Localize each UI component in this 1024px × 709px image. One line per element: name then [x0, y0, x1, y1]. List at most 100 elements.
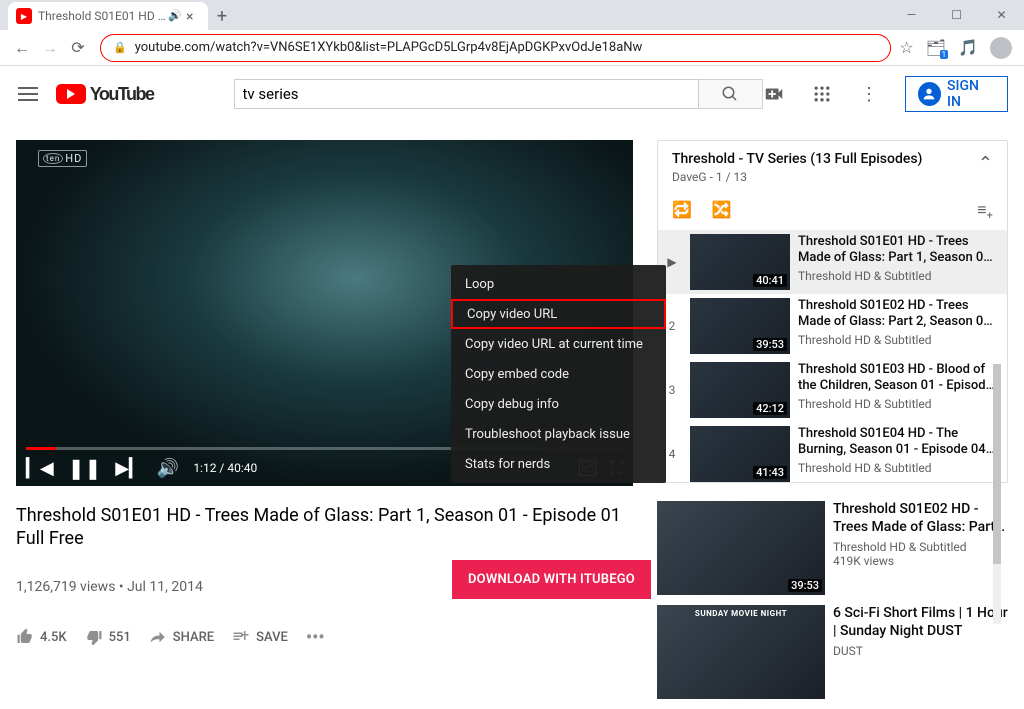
signin-label: SIGN IN — [947, 78, 995, 110]
playlist-item-title: Threshold S01E02 HD - Trees Made of Glas… — [798, 298, 999, 331]
playlist-item[interactable]: 4 41:43 Threshold S01E04 HD - The Burnin… — [658, 422, 1007, 482]
youtube-logo-icon — [56, 84, 86, 104]
duration-badge: 42:12 — [753, 402, 787, 415]
volume-button[interactable]: 🔊 — [157, 458, 179, 479]
suggested-title: 6 Sci-Fi Short Films | 1 Hour | Sunday N… — [833, 605, 1008, 640]
ctx-copy-video-url-at-current-time[interactable]: Copy video URL at current time — [451, 329, 666, 359]
share-button[interactable]: SHARE — [149, 628, 214, 646]
playlist-thumb: 41:43 — [690, 426, 790, 482]
tab-title: Threshold S01E01 HD - Tr — [38, 9, 168, 23]
duration-badge: 40:41 — [753, 274, 787, 287]
playlist-item-channel: Threshold HD & Subtitled — [798, 269, 999, 283]
signin-button[interactable]: SIGN IN — [905, 76, 1008, 112]
suggested-channel: DUST — [833, 644, 1008, 658]
audio-icon[interactable]: 🔊 — [168, 9, 182, 23]
youtube-logo-text: YouTube — [90, 84, 154, 105]
url-text: youtube.com/watch?v=VN6SE1XYkb0&list=PLA… — [135, 40, 643, 55]
back-button[interactable]: ← — [8, 34, 36, 62]
browser-tab-strip: Threshold S01E01 HD - Tr 🔊 × + — ☐ ✕ — [0, 0, 1024, 30]
suggested-title: Threshold S01E02 HD - Trees Made of Glas… — [833, 501, 1008, 536]
dislike-button[interactable]: 551 — [85, 628, 131, 646]
playlist-sub: DaveG - 1 / 13 — [672, 170, 993, 184]
more-button[interactable]: ••• — [306, 627, 325, 648]
minimize-button[interactable]: — — [889, 0, 934, 30]
youtube-logo[interactable]: YouTube — [56, 84, 154, 105]
playlist-item-title: Threshold S01E03 HD - Blood of the Child… — [798, 362, 999, 395]
playlist-title: Threshold - TV Series (13 Full Episodes) — [672, 151, 993, 167]
save-playlist-button[interactable]: ≡₊ — [977, 200, 993, 220]
action-row: 4.5K 551 SHARE SAVE ••• — [16, 627, 633, 648]
playlist-item-title: Threshold S01E04 HD - The Burning, Seaso… — [798, 426, 999, 459]
player-context-menu: LoopCopy video URLCopy video URL at curr… — [451, 265, 666, 483]
playlist-item[interactable]: 3 42:12 Threshold S01E03 HD - Blood of t… — [658, 358, 1007, 422]
playlist-item-channel: Threshold HD & Subtitled — [798, 333, 999, 347]
ctx-loop[interactable]: Loop — [451, 269, 666, 299]
new-tab-button[interactable]: + — [208, 2, 236, 30]
playlist-item[interactable]: 2 39:53 Threshold S01E02 HD - Trees Made… — [658, 294, 1007, 358]
close-tab-button[interactable]: × — [186, 9, 200, 23]
search-icon — [721, 85, 739, 103]
lock-icon: 🔒 — [113, 41, 127, 54]
time-display: 1:12 / 40:40 — [193, 461, 257, 475]
playlist-item[interactable]: ▶ 40:41 Threshold S01E01 HD - Trees Made… — [658, 230, 1007, 294]
collapse-button[interactable]: ⌃ — [978, 153, 993, 174]
suggested-thumb: SUNDAY MOVIE NIGHT — [657, 605, 825, 699]
media-icon[interactable]: 🎵 — [958, 38, 978, 57]
thumb-up-icon — [16, 628, 34, 646]
playlist-thumb: 39:53 — [690, 298, 790, 354]
ctx-troubleshoot-playback-issue[interactable]: Troubleshoot playback issue — [451, 419, 666, 449]
previous-button[interactable]: ▎◀ — [26, 458, 54, 479]
shuffle-button[interactable]: 🔀 — [712, 200, 732, 220]
playlist-add-icon — [232, 628, 250, 646]
duration-badge: 39:53 — [788, 579, 822, 592]
suggested-thumb: 39:53 — [657, 501, 825, 595]
channel-watermark: tenHD — [38, 150, 87, 167]
playlist-panel: Threshold - TV Series (13 Full Episodes)… — [657, 140, 1008, 483]
forward-button[interactable]: → — [36, 34, 64, 62]
duration-badge: 39:53 — [753, 338, 787, 351]
playlist-item-title: Threshold S01E01 HD - Trees Made of Glas… — [798, 234, 999, 267]
close-window-button[interactable]: ✕ — [979, 0, 1024, 30]
playlist-thumb: 42:12 — [690, 362, 790, 418]
window-controls: — ☐ ✕ — [889, 0, 1024, 30]
playlist-thumb: 40:41 — [690, 234, 790, 290]
video-title: Threshold S01E01 HD - Trees Made of Glas… — [16, 504, 633, 551]
thumb-down-icon — [85, 628, 103, 646]
reload-button[interactable]: ⟳ — [64, 34, 92, 62]
ctx-stats-for-nerds[interactable]: Stats for nerds — [451, 449, 666, 479]
apps-button[interactable] — [810, 82, 833, 106]
url-input[interactable]: 🔒 youtube.com/watch?v=VN6SE1XYkb0&list=P… — [100, 34, 891, 62]
like-button[interactable]: 4.5K — [16, 628, 67, 646]
next-button[interactable]: ▶▎ — [115, 458, 143, 479]
browser-tab[interactable]: Threshold S01E01 HD - Tr 🔊 × — [8, 2, 208, 30]
download-button[interactable]: DOWNLOAD WITH ITUBEGO — [452, 560, 651, 599]
save-button[interactable]: SAVE — [232, 628, 288, 646]
suggested-item[interactable]: SUNDAY MOVIE NIGHT 6 Sci-Fi Short Films … — [657, 605, 1008, 699]
create-button[interactable] — [763, 82, 786, 106]
ctx-copy-embed-code[interactable]: Copy embed code — [451, 359, 666, 389]
loop-button[interactable]: 🔁 — [672, 200, 692, 220]
pause-button[interactable]: ❚❚ — [68, 456, 102, 480]
profile-icon[interactable] — [990, 37, 1012, 59]
address-bar: ← → ⟳ 🔒 youtube.com/watch?v=VN6SE1XYkb0&… — [0, 30, 1024, 66]
playlist-item-channel: Threshold HD & Subtitled — [798, 397, 999, 411]
playlist-item-channel: Threshold HD & Subtitled — [798, 461, 999, 475]
extension-icon[interactable]: 🗂1 — [926, 38, 946, 57]
suggested-meta: 419K views — [833, 554, 1008, 568]
duration-badge: 41:43 — [753, 466, 787, 479]
ctx-copy-video-url[interactable]: Copy video URL — [451, 299, 666, 329]
youtube-header: YouTube ⋮ SIGN IN — [0, 66, 1024, 122]
suggested-channel: Threshold HD & Subtitled — [833, 540, 1008, 554]
suggested-item[interactable]: 39:53 Threshold S01E02 HD - Trees Made o… — [657, 501, 1008, 595]
person-icon — [918, 82, 941, 106]
search-input[interactable] — [234, 79, 699, 109]
share-icon — [149, 628, 167, 646]
menu-button[interactable] — [16, 82, 40, 106]
maximize-button[interactable]: ☐ — [934, 0, 979, 30]
star-icon[interactable]: ☆ — [899, 38, 913, 57]
thumb-overlay: SUNDAY MOVIE NIGHT — [657, 609, 825, 618]
playlist-scrollbar[interactable] — [993, 364, 1001, 564]
search-button[interactable] — [699, 79, 763, 109]
ctx-copy-debug-info[interactable]: Copy debug info — [451, 389, 666, 419]
settings-button[interactable]: ⋮ — [857, 82, 880, 106]
